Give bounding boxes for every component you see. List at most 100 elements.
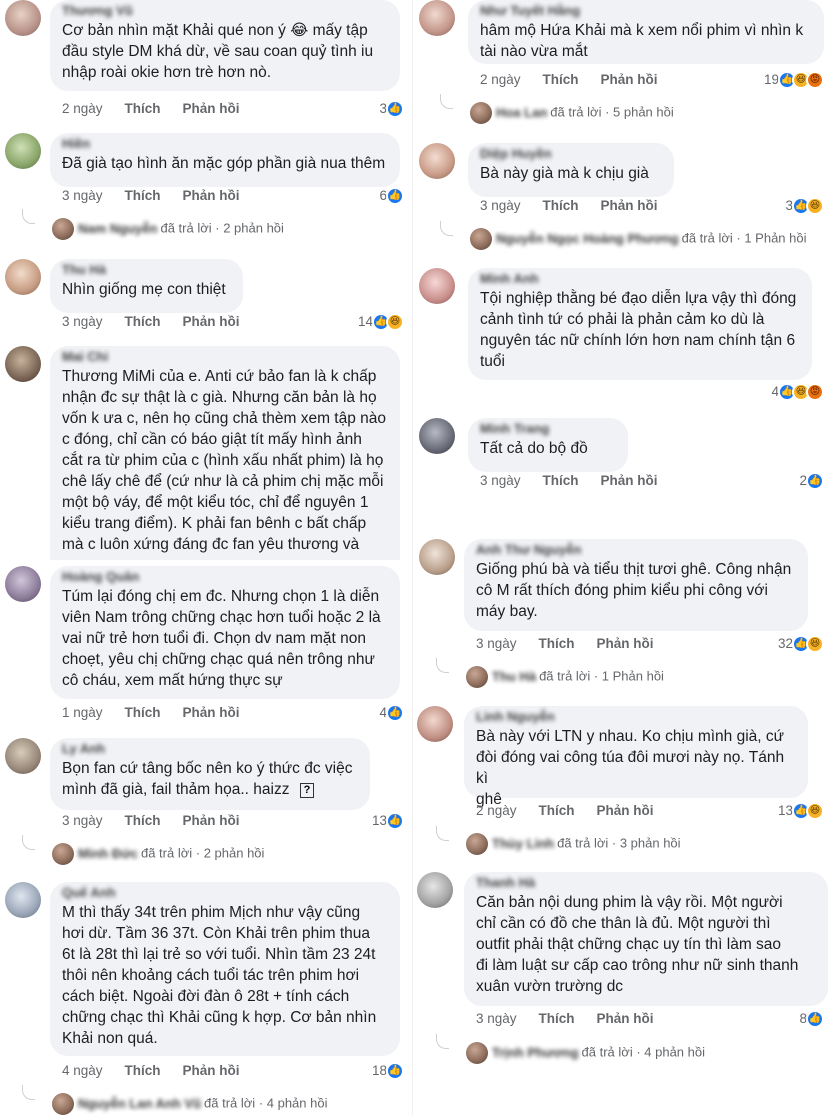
comment-author[interactable]: Minh Trang (480, 420, 616, 438)
reaction-summary[interactable]: 14 👍 😆 (330, 312, 404, 332)
comment-author[interactable]: Thương Vũ (62, 2, 388, 20)
avatar[interactable] (5, 566, 41, 602)
avatar[interactable] (5, 0, 41, 36)
comment-time[interactable]: 3 ngày (476, 1010, 517, 1028)
reply-button[interactable]: Phản hồi (597, 802, 654, 820)
avatar (466, 1041, 488, 1064)
reply-summary[interactable]: Trịnh Phương đã trả lời · 4 phản hồi (466, 1041, 705, 1064)
reply-connector (440, 94, 453, 109)
avatar[interactable] (419, 0, 455, 36)
haha-icon: 😆 (386, 313, 404, 331)
like-button[interactable]: Thích (125, 313, 161, 331)
comment-time[interactable]: 2 ngày (480, 71, 521, 89)
reply-button[interactable]: Phản hồi (601, 71, 658, 89)
reply-summary[interactable]: Thu Hà đã trả lời · 1 Phản hồi (466, 665, 664, 688)
reply-button[interactable]: Phản hồi (183, 100, 240, 118)
reply-button[interactable]: Phản hồi (597, 635, 654, 653)
avatar[interactable] (419, 268, 455, 304)
comment-time[interactable]: 3 ngày (476, 635, 517, 653)
like-button[interactable]: Thích (125, 187, 161, 205)
comment-bubble: Hoàng Quân Túm lại đóng chị em đc. Nhưng… (50, 566, 400, 699)
reply-button[interactable]: Phản hồi (183, 812, 240, 830)
reaction-summary[interactable]: 13 👍 😆 (730, 801, 824, 821)
comment-author[interactable]: Mai Chi (62, 348, 388, 366)
reply-summary[interactable]: Nam Nguyễn đã trả lời · 2 phản hồi (52, 217, 284, 240)
like-button[interactable]: Thích (543, 472, 579, 490)
reaction-summary[interactable]: 3 👍 😆 (730, 196, 824, 216)
reply-button[interactable]: Phản hồi (597, 1010, 654, 1028)
reaction-summary[interactable]: 19 👍 😆 😡 (730, 70, 824, 90)
comment-time[interactable]: 3 ngày (62, 812, 103, 830)
reply-button[interactable]: Phản hồi (183, 1062, 240, 1080)
reply-summary[interactable]: Nguyễn Lan Anh Vũ đã trả lời · 4 phản hồi (52, 1092, 327, 1115)
reaction-summary[interactable]: 18 👍 (330, 1061, 404, 1081)
like-button[interactable]: Thích (539, 635, 575, 653)
reply-button[interactable]: Phản hồi (183, 313, 240, 331)
like-button[interactable]: Thích (543, 197, 579, 215)
haha-icon: 😆 (806, 635, 824, 653)
comment-author[interactable]: Thu Hà (62, 261, 231, 279)
avatar[interactable] (5, 346, 41, 382)
like-button[interactable]: Thích (539, 802, 575, 820)
comment-author[interactable]: Linh Nguyễn (476, 708, 796, 726)
comment-time[interactable]: 2 ngày (476, 802, 517, 820)
like-icon: 👍 (386, 100, 404, 118)
reply-label: đã trả lời (550, 104, 602, 120)
reaction-summary[interactable]: 6 👍 (330, 186, 404, 206)
reply-summary[interactable]: Thùy Linh đã trả lời · 3 phản hồi (466, 832, 681, 855)
reply-summary[interactable]: Minh Đức đã trả lời · 2 phản hồi (52, 842, 264, 865)
comment-author[interactable]: Như Tuyết Hằng (480, 2, 812, 20)
avatar[interactable] (417, 706, 453, 742)
comment-author[interactable]: Hoàng Quân (62, 568, 388, 586)
reply-connector (22, 209, 35, 224)
reaction-summary[interactable]: 13 👍 (330, 811, 404, 831)
comment-author[interactable]: Thanh Hà (476, 874, 816, 892)
reaction-summary[interactable]: 32 👍 😆 (730, 634, 824, 654)
like-button[interactable]: Thích (539, 1010, 575, 1028)
comment-time[interactable]: 3 ngày (62, 313, 103, 331)
reply-button[interactable]: Phản hồi (601, 472, 658, 490)
avatar[interactable] (5, 738, 41, 774)
comment-time[interactable]: 3 ngày (480, 472, 521, 490)
reply-summary[interactable]: Nguyễn Ngọc Hoàng Phương đã trả lời · 1 P… (470, 227, 807, 250)
comment-author[interactable]: Minh Anh (480, 270, 800, 288)
comment-time[interactable]: 4 ngày (62, 1062, 103, 1080)
comment-time[interactable]: 3 ngày (480, 197, 521, 215)
like-button[interactable]: Thích (125, 100, 161, 118)
comment-time[interactable]: 2 ngày (62, 100, 103, 118)
like-button[interactable]: Thích (543, 71, 579, 89)
comment-time[interactable]: 1 ngày (62, 704, 103, 722)
comment-author[interactable]: Ly Anh (62, 740, 358, 758)
reply-count: · 4 phản hồi (636, 1044, 705, 1060)
comment-time[interactable]: 3 ngày (62, 187, 103, 205)
haha-icon: 😆 (806, 802, 824, 820)
avatar[interactable] (5, 259, 41, 295)
like-button[interactable]: Thích (125, 704, 161, 722)
reaction-summary[interactable]: 4 👍 (330, 703, 404, 723)
avatar[interactable] (5, 133, 41, 169)
comment-bubble: Minh Trang Tất cả do bộ đồ (468, 418, 628, 472)
comment-author[interactable]: Diệp Huyền (480, 145, 662, 163)
comment-author[interactable]: Quế Anh (62, 884, 388, 902)
comment-author[interactable]: Hiền (62, 135, 388, 153)
avatar[interactable] (419, 143, 455, 179)
reply-button[interactable]: Phản hồi (183, 704, 240, 722)
avatar[interactable] (419, 418, 455, 454)
avatar[interactable] (5, 882, 41, 918)
reaction-summary[interactable]: 4 👍 😆 😡 (730, 382, 824, 402)
reply-summary[interactable]: Hoa Lan đã trả lời · 5 phản hồi (470, 101, 674, 124)
comment-text: M thì thấy 34t trên phim Mịch như vậy cũ… (62, 904, 377, 1047)
comment-text: Túm lại đóng chị em đc. Nhưng chọn 1 là … (62, 588, 381, 689)
reaction-summary[interactable]: 2 👍 (730, 471, 824, 491)
like-button[interactable]: Thích (125, 1062, 161, 1080)
reply-button[interactable]: Phản hồi (601, 197, 658, 215)
avatar[interactable] (419, 539, 455, 575)
comment-author[interactable]: Anh Thư Nguyễn (476, 541, 796, 559)
reply-author: Nguyễn Ngọc Hoàng Phương (496, 230, 679, 246)
reaction-summary[interactable]: 3 👍 (330, 99, 404, 119)
reply-connector (440, 221, 453, 236)
reply-button[interactable]: Phản hồi (183, 187, 240, 205)
avatar[interactable] (417, 872, 453, 908)
like-button[interactable]: Thích (125, 812, 161, 830)
reaction-summary[interactable]: 8 👍 (730, 1009, 824, 1029)
